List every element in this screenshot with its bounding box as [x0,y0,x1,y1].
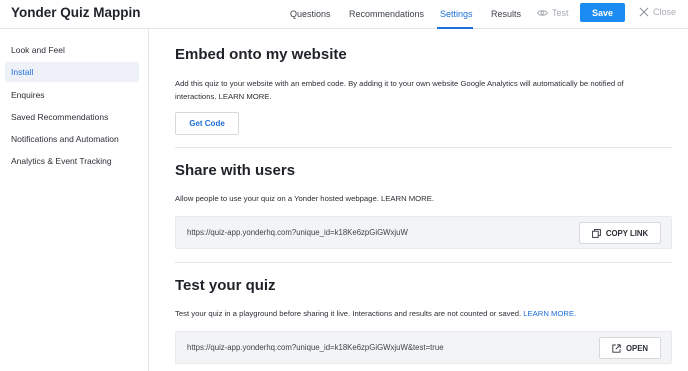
get-code-button[interactable]: Get Code [175,112,239,135]
share-section-title: Share with users [175,162,296,179]
tab-recommendations[interactable]: Recommendations [349,9,424,19]
share-description: Allow people to use your quiz on a Yonde… [175,194,434,203]
close-label: Close [653,7,677,17]
tab-results[interactable]: Results [491,9,521,19]
share-url: https://quiz-app.yonderhq.com?unique_id=… [187,228,408,237]
test-description: Test your quiz in a playground before sh… [175,307,665,320]
sidebar-item-enquires[interactable]: Enquires [5,85,139,105]
sidebar-item-analytics[interactable]: Analytics & Event Tracking [5,151,139,171]
embed-section-title: Embed onto my website [175,46,347,63]
learn-more-link[interactable]: LEARN MORE. [523,309,576,318]
copy-link-label: COPY LINK [605,228,649,238]
test-section-title: Test your quiz [175,277,276,294]
test-url: https://quiz-app.yonderhq.com?unique_id=… [187,343,444,352]
divider [175,262,672,263]
main-content: Embed onto my website Add this quiz to y… [150,29,688,371]
close-button[interactable]: Close [639,7,676,17]
embed-description: Add this quiz to your website with an em… [175,79,624,101]
sidebar-item-saved-recommendations[interactable]: Saved Recommendations [5,107,139,127]
top-bar: Yonder Quiz Mapping Ex Questions Recomme… [0,0,688,29]
tab-settings[interactable]: Settings [440,9,473,19]
external-link-icon [612,343,621,353]
copy-link-button[interactable]: COPY LINK [579,222,661,244]
divider [175,147,672,148]
share-url-box: https://quiz-app.yonderhq.com?unique_id=… [175,216,672,249]
sidebar: Look and Feel Install Enquires Saved Rec… [0,29,149,371]
tab-questions[interactable]: Questions [290,9,331,19]
copy-icon [591,228,601,238]
save-button[interactable]: Save [580,3,625,22]
open-button[interactable]: OPEN [599,337,661,359]
sidebar-item-look-and-feel[interactable]: Look and Feel [5,40,139,60]
sidebar-item-notifications[interactable]: Notifications and Automation [5,129,139,149]
test-button[interactable]: Test [537,8,569,18]
sidebar-item-install[interactable]: Install [5,62,139,82]
open-label: OPEN [625,343,649,353]
test-url-box: https://quiz-app.yonderhq.com?unique_id=… [175,331,672,364]
test-description-text: Test your quiz in a playground before sh… [175,309,522,318]
eye-icon [537,9,548,17]
test-label: Test [552,8,569,18]
close-icon [639,7,649,17]
app-title: Yonder Quiz Mapping Ex [11,5,141,20]
